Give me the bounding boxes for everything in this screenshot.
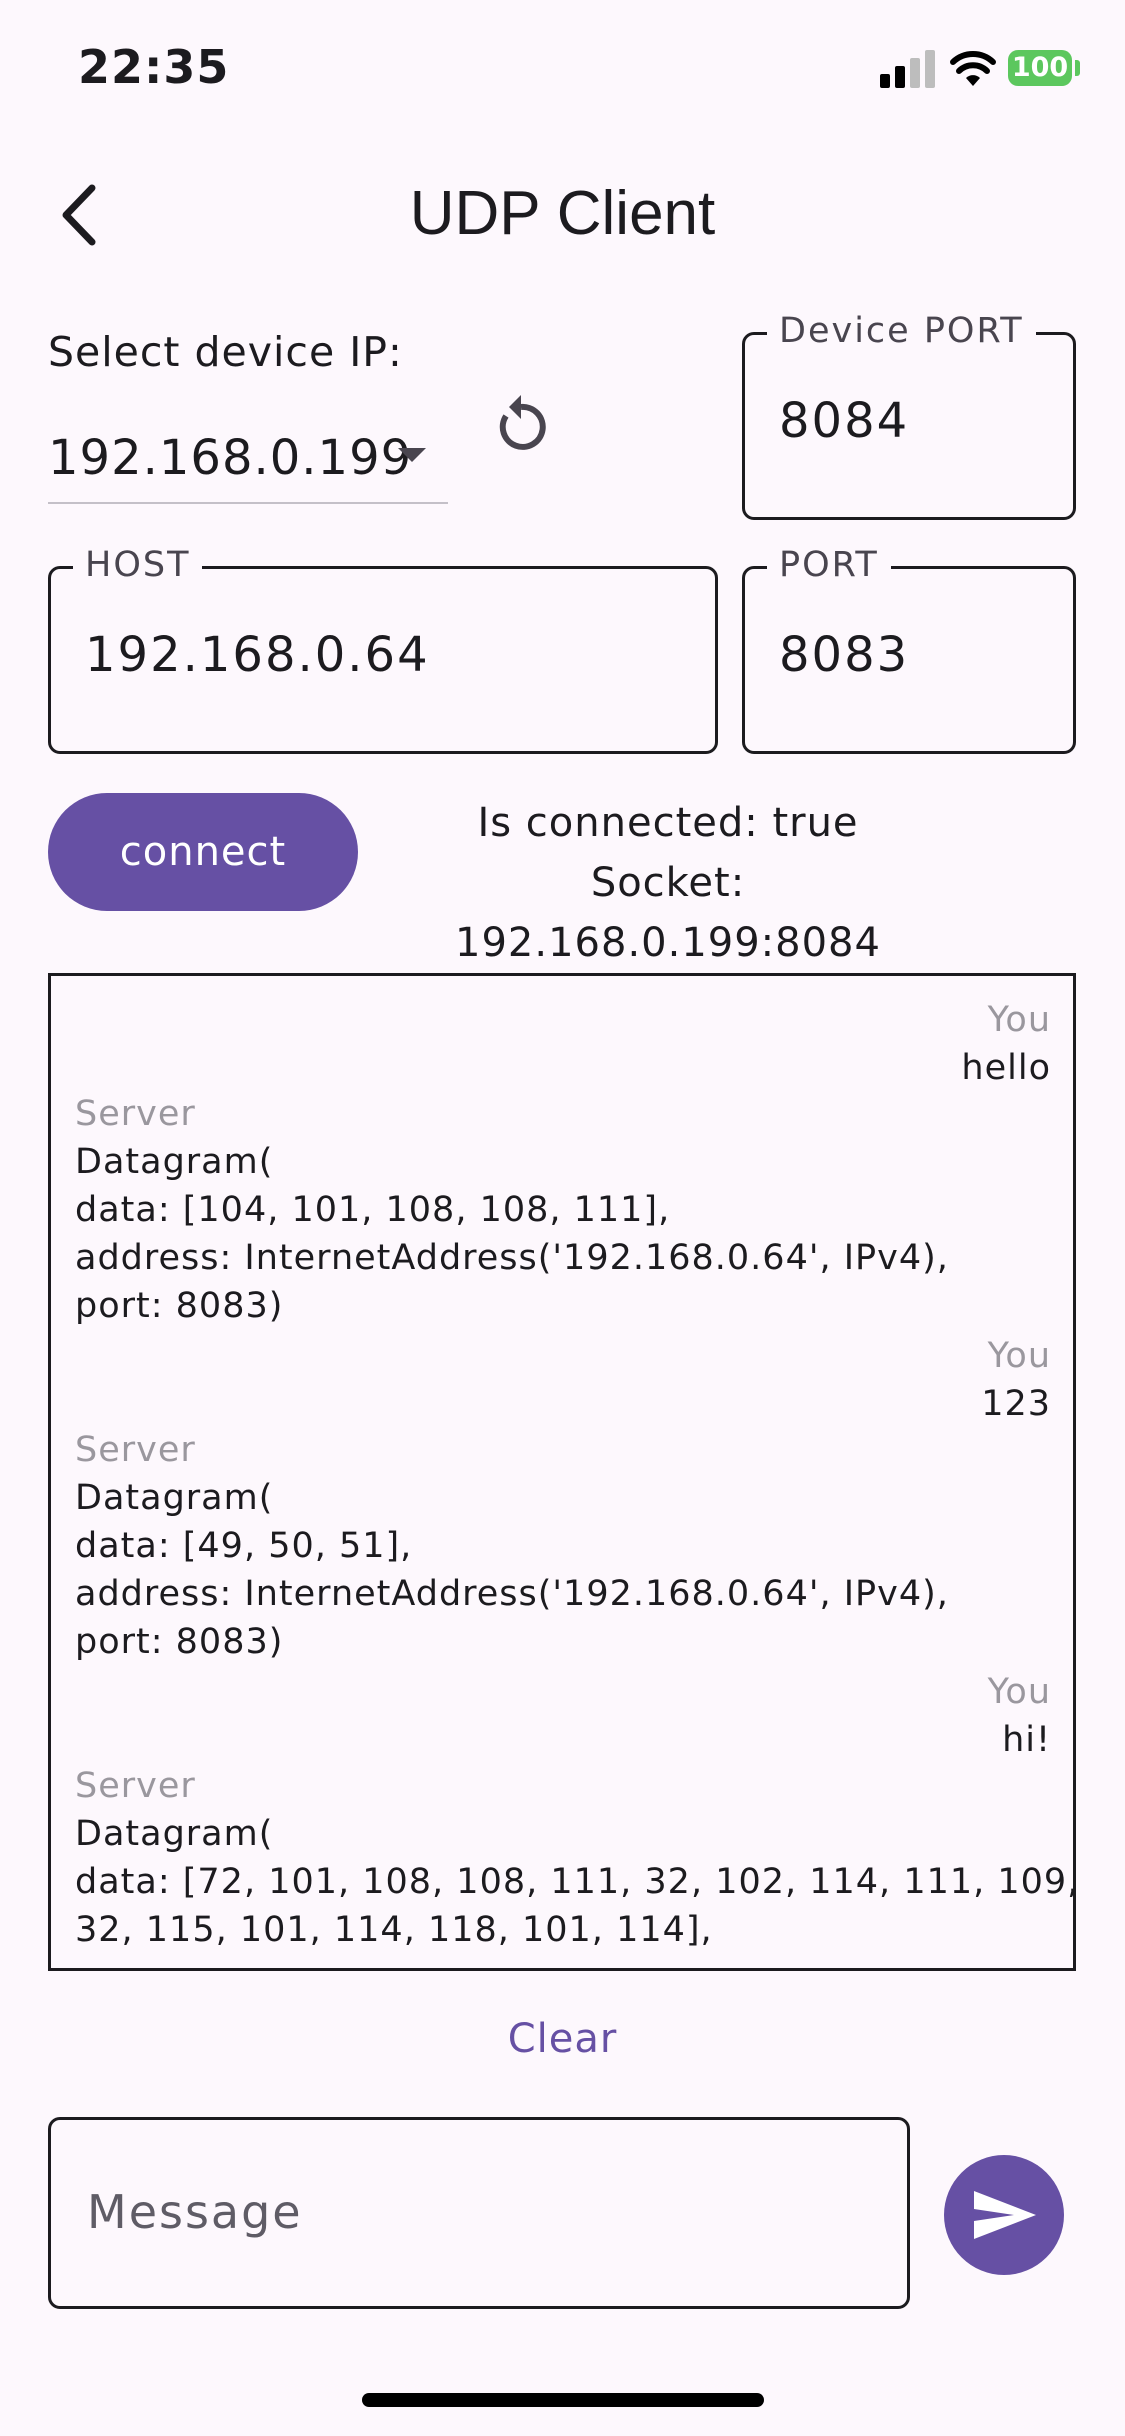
message-text: hello	[961, 1048, 1051, 1088]
signal-icon	[880, 48, 936, 88]
message-sender: Server	[75, 1094, 196, 1134]
send-button[interactable]	[944, 2155, 1064, 2275]
message-text: 123	[981, 1384, 1051, 1424]
message-text: hi!	[1002, 1720, 1051, 1760]
device-port-label: Device PORT	[767, 311, 1036, 351]
is-connected-text: Is connected: true	[477, 800, 859, 846]
message-text: Datagram( data: [104, 101, 108, 108, 111…	[75, 1142, 949, 1326]
dropdown-arrow-icon[interactable]	[398, 448, 426, 462]
wifi-icon	[950, 51, 996, 86]
message-field[interactable]	[48, 2117, 910, 2309]
select-underline	[48, 502, 448, 504]
message-item: You 123	[75, 1332, 1051, 1428]
port-value[interactable]: 8083	[779, 627, 909, 683]
device-port-value[interactable]: 8084	[779, 393, 909, 449]
message-sender: Server	[75, 1430, 196, 1470]
device-ip-select[interactable]: 192.168.0.199	[48, 430, 412, 486]
message-sender: Server	[75, 1766, 196, 1806]
message-item: Server Datagram( data: [104, 101, 108, 1…	[75, 1090, 1051, 1330]
device-port-field[interactable]: Device PORT 8084	[742, 311, 1076, 520]
device-ip-label: Select device IP:	[48, 328, 403, 376]
battery-icon: 100	[1008, 50, 1072, 86]
message-sender: You	[987, 1672, 1051, 1712]
port-field[interactable]: PORT 8083	[742, 545, 1076, 754]
port-label: PORT	[767, 545, 891, 585]
host-field[interactable]: HOST 192.168.0.64	[48, 545, 718, 754]
socket-text: Socket: 192.168.0.199:8084	[455, 860, 881, 966]
clear-button[interactable]: Clear	[0, 2016, 1125, 2062]
message-text: Datagram( data: [72, 101, 108, 108, 111,…	[75, 1814, 1076, 1950]
message-item: You hi!	[75, 1668, 1051, 1764]
message-sender: You	[987, 1336, 1051, 1376]
host-label: HOST	[73, 545, 203, 585]
message-item: Server Datagram( data: [49, 50, 51], add…	[75, 1426, 1051, 1666]
message-text: Datagram( data: [49, 50, 51], address: I…	[75, 1478, 949, 1662]
home-indicator	[362, 2393, 764, 2407]
message-input[interactable]	[85, 2184, 869, 2240]
send-icon	[974, 2191, 1036, 2239]
page-title: UDP Client	[409, 179, 716, 248]
host-value[interactable]: 192.168.0.64	[85, 627, 430, 683]
connect-button[interactable]: connect	[48, 793, 358, 911]
message-item: You hello	[75, 996, 1051, 1092]
status-time: 22:35	[78, 40, 230, 94]
refresh-icon[interactable]	[486, 392, 556, 462]
connection-status: Is connected: true Socket: 192.168.0.199…	[376, 793, 960, 973]
message-item: Server Datagram( data: [72, 101, 108, 10…	[75, 1762, 1076, 1954]
battery-tip	[1075, 60, 1080, 76]
message-sender: You	[987, 1000, 1051, 1040]
message-log[interactable]: You hello Server Datagram( data: [104, 1…	[48, 973, 1076, 1971]
